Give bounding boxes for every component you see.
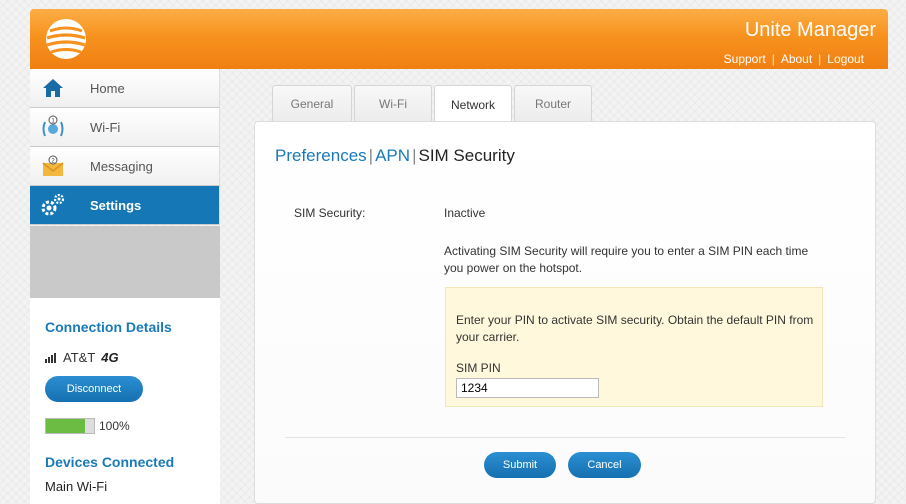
divider <box>285 437 845 438</box>
submit-button[interactable]: Submit <box>484 452 556 478</box>
sidebar-item-messaging[interactable]: 2 Messaging <box>30 147 220 186</box>
tab-general[interactable]: General <box>272 85 352 121</box>
support-link[interactable]: Support <box>718 52 772 66</box>
network-4g-icon: 4G <box>101 350 119 365</box>
cancel-button[interactable]: Cancel <box>568 452 641 478</box>
sim-pin-label: SIM PIN <box>456 361 501 375</box>
sidebar-item-label: Settings <box>90 197 142 213</box>
tab-wifi[interactable]: Wi-Fi <box>354 85 432 121</box>
connection-details-title: Connection Details <box>45 319 172 335</box>
sidebar-item-label: Wi-Fi <box>90 119 121 135</box>
sim-security-status: Inactive <box>444 206 486 220</box>
sidebar-spacer <box>30 226 220 298</box>
sidebar-item-label: Messaging <box>90 158 153 174</box>
messaging-icon: 2 <box>30 154 76 178</box>
header-links: Support | About | Logout <box>718 52 870 66</box>
pin-entry-box: Enter your PIN to activate SIM security.… <box>445 287 823 407</box>
sim-security-label: SIM Security: <box>294 206 366 220</box>
app-header: Unite Manager Support | About | Logout <box>30 9 888 69</box>
pin-instructions: Enter your PIN to activate SIM security.… <box>456 313 814 344</box>
battery-percent: 100% <box>99 419 130 433</box>
connection-panel: Connection Details AT&T 4G Disconnect 10… <box>30 298 220 504</box>
breadcrumb-separator: | <box>368 146 374 165</box>
breadcrumb-preferences-link[interactable]: Preferences <box>275 146 367 165</box>
sim-pin-input[interactable] <box>456 378 599 398</box>
signal-bars-icon <box>45 352 56 363</box>
sidebar-item-label: Home <box>90 80 125 96</box>
settings-tabs: General Wi-Fi Network Router <box>272 85 592 123</box>
devices-connected-title: Devices Connected <box>45 454 175 470</box>
att-globe-logo-icon <box>46 19 86 59</box>
app-title: Unite Manager <box>744 19 876 41</box>
home-icon <box>30 77 76 99</box>
wifi-badge-icon: 1 <box>30 115 76 139</box>
device-main-wifi: Main Wi-Fi <box>45 479 108 494</box>
battery-icon <box>45 418 95 434</box>
sidebar-item-home[interactable]: Home <box>30 69 220 108</box>
sidebar-item-settings[interactable]: Settings <box>30 186 220 225</box>
sim-security-info: Activating SIM Security will require you… <box>444 244 809 275</box>
sidebar-nav: Home 1 Wi-Fi 2 Messaging Settings <box>30 69 220 225</box>
battery-fill <box>46 419 86 433</box>
settings-icon <box>30 192 76 218</box>
breadcrumb-apn-link[interactable]: APN <box>375 146 410 165</box>
content-panel: Preferences | APN | SIM Security SIM Securit… <box>254 121 876 504</box>
tab-network[interactable]: Network <box>434 85 512 123</box>
carrier-name: AT&T <box>63 350 96 365</box>
about-link[interactable]: About <box>775 52 818 66</box>
battery-status: 100% <box>45 418 130 434</box>
breadcrumb: Preferences | APN | SIM Security <box>275 146 515 166</box>
sidebar-item-wifi[interactable]: 1 Wi-Fi <box>30 108 220 147</box>
carrier-row: AT&T 4G <box>45 350 119 365</box>
page-title: SIM Security <box>418 146 515 165</box>
breadcrumb-separator: | <box>412 146 417 165</box>
tab-router[interactable]: Router <box>514 85 592 121</box>
logout-link[interactable]: Logout <box>821 52 870 66</box>
disconnect-button[interactable]: Disconnect <box>45 376 143 402</box>
